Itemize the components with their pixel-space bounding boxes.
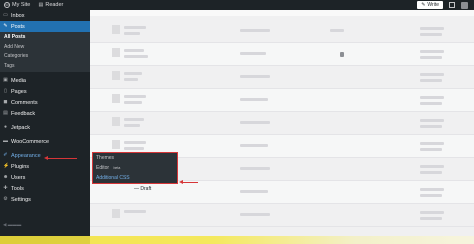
my-site-label: My Site [12, 2, 31, 8]
brush-icon: ✐ [3, 152, 8, 158]
sidebar-item-feedback[interactable]: ▤ Feedback [0, 108, 90, 119]
sidebar-item-plugins[interactable]: ⚡ Plugins [0, 161, 90, 172]
posts-submenu: All Posts Add New Categories Tags [0, 32, 90, 72]
submenu-categories[interactable]: Categories [0, 52, 90, 62]
admin-sidebar: ▭ Inbox ✎ Posts All Posts Add New Catego… [0, 10, 90, 244]
flyout-item-editor[interactable]: Editor beta [93, 163, 177, 173]
draft-status-label: — Draft [134, 186, 152, 192]
list-header [90, 10, 474, 16]
feedback-icon: ▤ [3, 110, 8, 116]
sidebar-item-label: Tools [11, 185, 24, 192]
sidebar-item-users[interactable]: ☻ Users [0, 172, 90, 183]
submenu-all-posts[interactable]: All Posts [0, 33, 90, 43]
flyout-item-label: Editor [96, 165, 110, 171]
post-thumbnail [112, 71, 120, 80]
sidebar-item-tools[interactable]: ✚ Tools [0, 183, 90, 194]
sidebar-item-label: Media [11, 77, 26, 84]
sidebar-item-posts[interactable]: ✎ Posts [0, 21, 90, 32]
appearance-flyout-menu: Themes Editor beta Additional CSS [92, 152, 178, 184]
bottom-highlight-strip [0, 236, 474, 244]
submenu-add-new[interactable]: Add New [0, 43, 90, 53]
table-row[interactable] [90, 43, 474, 66]
table-row[interactable] [90, 20, 474, 43]
sidebar-item-label: Plugins [11, 163, 30, 170]
settings-icon: ⚙ [3, 196, 8, 202]
sidebar-item-inbox[interactable]: ▭ Inbox [0, 10, 90, 21]
sidebar-item-label: Comments [11, 99, 38, 106]
sidebar-item-label: Pages [11, 88, 27, 95]
table-row[interactable] [90, 112, 474, 135]
annotation-arrow-appearance [47, 158, 77, 159]
post-thumbnail [112, 117, 120, 126]
flyout-item-themes[interactable]: Themes [93, 153, 177, 163]
avatar[interactable] [461, 1, 468, 9]
notifications-icon[interactable] [449, 2, 455, 8]
plug-icon: ⚡ [3, 163, 10, 169]
post-thumbnail [112, 140, 120, 149]
sidebar-item-media[interactable]: ▣ Media [0, 75, 90, 86]
posts-list-area: — Draft [90, 10, 474, 244]
sidebar-item-label: Users [11, 174, 26, 181]
pages-icon: ▯ [4, 88, 7, 94]
comment-icon: ◼ [3, 99, 8, 105]
post-thumbnail [112, 48, 120, 57]
post-thumbnail [112, 209, 120, 218]
collapse-menu-icon[interactable]: ◀ ▬▬▬ [3, 222, 21, 228]
arrow-head-icon [44, 156, 48, 160]
table-row[interactable] [90, 89, 474, 112]
sidebar-item-jetpack[interactable]: ● Jetpack [0, 122, 90, 133]
reader-icon: ▤ [38, 1, 44, 8]
sidebar-item-label: Settings [11, 196, 31, 203]
sidebar-item-comments[interactable]: ◼ Comments [0, 97, 90, 108]
my-site-link[interactable]: W My Site [4, 2, 30, 8]
sidebar-item-label: Inbox [11, 12, 25, 19]
table-row[interactable] [90, 66, 474, 89]
sidebar-item-label: Appearance [11, 152, 41, 159]
arrow-head-icon [179, 180, 183, 184]
write-label: Write [427, 2, 439, 8]
table-row[interactable] [90, 181, 474, 204]
sidebar-item-label: Posts [11, 23, 25, 30]
write-button[interactable]: ✎ Write [417, 1, 443, 9]
reader-label: Reader [45, 2, 64, 8]
inbox-icon: ▭ [3, 12, 8, 18]
flyout-item-label: Themes [96, 155, 115, 161]
users-icon: ☻ [3, 174, 9, 180]
woo-icon: ▬ [3, 138, 8, 144]
media-icon: ▣ [3, 77, 8, 83]
admin-bar: W My Site ▤ Reader ✎ Write [0, 0, 474, 10]
post-thumbnail [112, 94, 120, 103]
flyout-item-label: Additional CSS [96, 175, 130, 181]
sidebar-item-woocommerce[interactable]: ▬ WooCommerce [0, 136, 90, 147]
sidebar-item-label: Jetpack [11, 124, 30, 131]
flyout-item-additional-css[interactable]: Additional CSS [93, 173, 177, 183]
table-row[interactable] [90, 204, 474, 227]
sidebar-item-settings[interactable]: ⚙ Settings [0, 194, 90, 205]
wrench-icon: ✚ [3, 185, 8, 191]
post-thumbnail [112, 25, 120, 34]
jetpack-icon: ● [3, 124, 8, 130]
wordpress-logo-icon: W [4, 2, 10, 8]
annotation-arrow-additional-css [182, 182, 198, 183]
beta-badge: beta [113, 166, 121, 170]
pin-icon: ✎ [3, 23, 8, 29]
submenu-tags[interactable]: Tags [0, 62, 90, 72]
pencil-icon: ✎ [421, 2, 426, 8]
sidebar-item-pages[interactable]: ▯ Pages [0, 86, 90, 97]
reader-link[interactable]: ▤ Reader [38, 2, 63, 8]
sidebar-item-label: WooCommerce [11, 138, 50, 145]
sidebar-item-label: Feedback [11, 110, 36, 117]
